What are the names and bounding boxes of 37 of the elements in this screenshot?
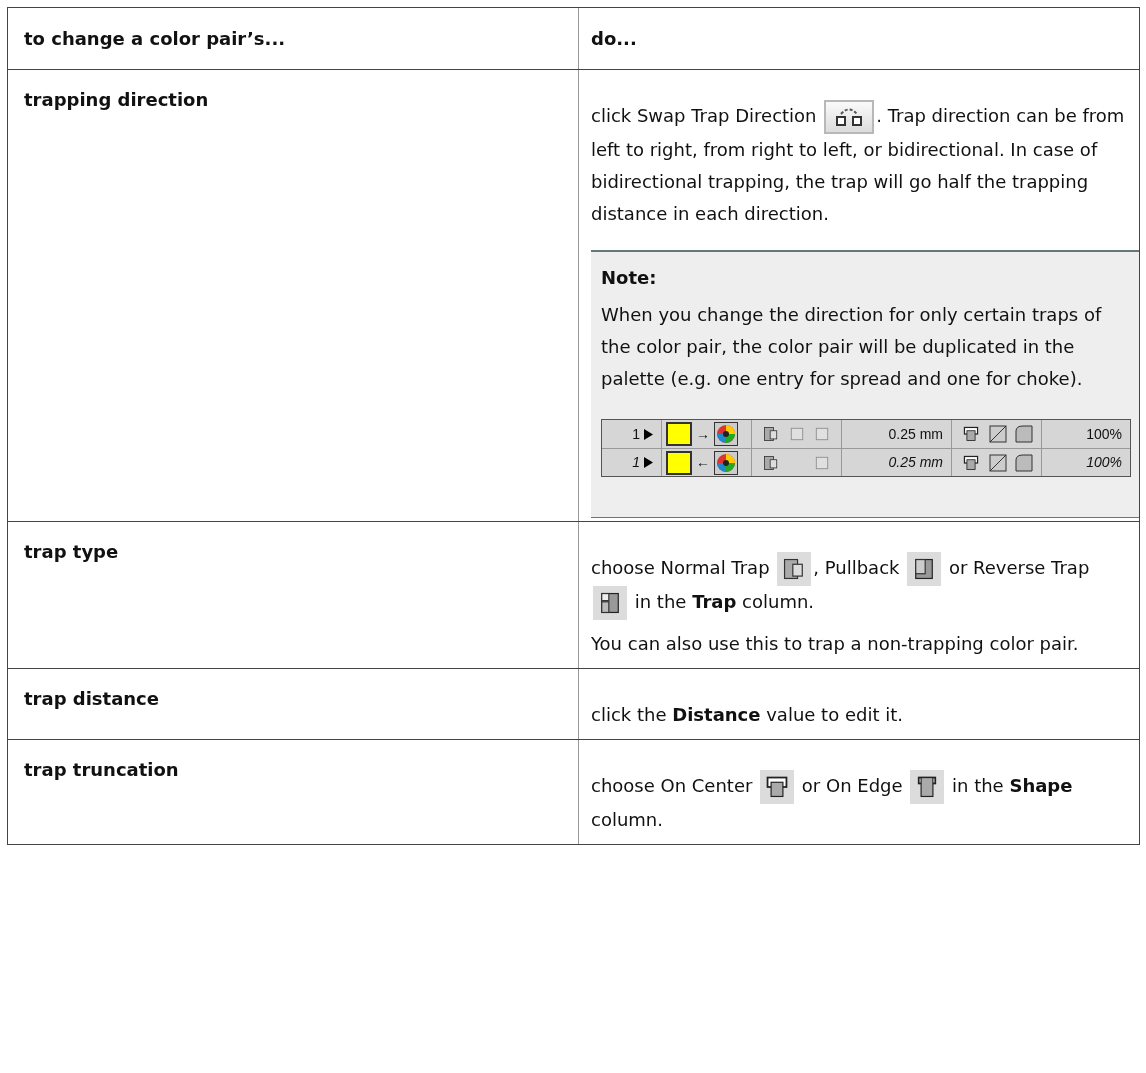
on-center-icon xyxy=(961,425,980,443)
empty-square-icon xyxy=(813,425,831,443)
property-name: trapping direction xyxy=(24,89,209,110)
column-header: do... xyxy=(591,28,637,49)
rounded-corner-icon xyxy=(1015,425,1034,443)
color-swatch xyxy=(666,422,692,446)
instruction-text: You can also use this to trap a non-trapping color pair. xyxy=(591,632,1080,656)
pair-number: 1 xyxy=(632,453,640,472)
on-center-icon xyxy=(961,453,980,472)
trap-distance[interactable]: 0.25 mm xyxy=(888,452,943,473)
color-swatch xyxy=(666,450,692,475)
trap-distance[interactable]: 0.25 mm xyxy=(888,423,943,445)
instruction-text: click Swap Trap Direction . Trap direction can be from left to right, from right to left, or bidirectional. In case of bidirectional trapping, the trap will go half the trapping distance in each direction. xyxy=(591,100,1139,230)
direction-arrow: → xyxy=(696,424,710,444)
direction-arrow: ← xyxy=(696,453,710,472)
instruction-text: choose On Center or On Edge in the Shape column. xyxy=(591,770,1127,836)
rounded-corner-icon xyxy=(1015,453,1034,472)
swap-arrows-icon xyxy=(834,106,865,128)
column-header: to change a color pair’s... xyxy=(24,28,286,49)
property-name: trap type xyxy=(24,541,119,562)
note-title: Note: xyxy=(600,266,658,290)
diagonal-square-icon xyxy=(989,425,1008,443)
opacity-value: 100% xyxy=(1086,453,1122,472)
property-name: trap distance xyxy=(24,688,159,709)
normal-trap-icon xyxy=(762,425,780,443)
pair-number: 1 xyxy=(632,424,640,444)
expand-triangle-icon[interactable] xyxy=(644,457,653,468)
expand-triangle-icon[interactable] xyxy=(644,428,653,440)
property-name: trap truncation xyxy=(24,759,179,780)
normal-trap-icon xyxy=(762,453,780,472)
swap-direction-button[interactable] xyxy=(824,100,875,134)
note-text: When you change the direction for only certain traps of the color pair, the color pair will be duplicated in the palette (e.g. one entry for spread and one for choke). xyxy=(600,303,1103,391)
instruction-text: choose Normal Trap , Pullback or Reverse Trap in the Trap column. xyxy=(591,552,1127,620)
opacity-value: 100% xyxy=(1086,424,1122,444)
instruction-text: click the Distance value to edit it. xyxy=(591,703,904,727)
diagonal-square-icon xyxy=(989,453,1008,472)
color-wheel-icon xyxy=(714,422,738,446)
